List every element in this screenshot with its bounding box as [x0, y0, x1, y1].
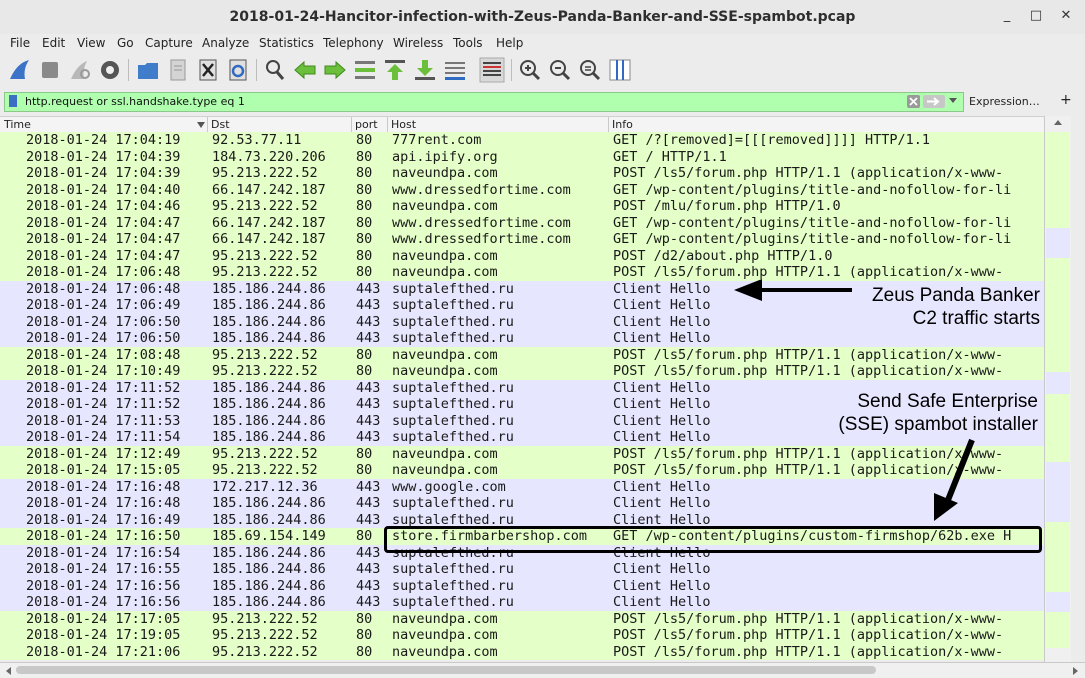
zeus-arrow-head — [734, 279, 762, 301]
zeus-annotation-line2: C2 traffic starts — [912, 308, 1040, 329]
annotation-arrows — [734, 279, 975, 521]
sse-annotation: Send Safe Enterprise (SSE) spambot insta… — [800, 390, 1038, 436]
sse-annotation-line2: (SSE) spambot installer — [838, 414, 1038, 435]
zeus-annotation: Zeus Panda Banker C2 traffic starts — [820, 284, 1040, 330]
zeus-annotation-line1: Zeus Panda Banker — [872, 285, 1040, 306]
sse-arrow-line — [945, 438, 975, 502]
sse-annotation-line1: Send Safe Enterprise — [857, 391, 1038, 412]
